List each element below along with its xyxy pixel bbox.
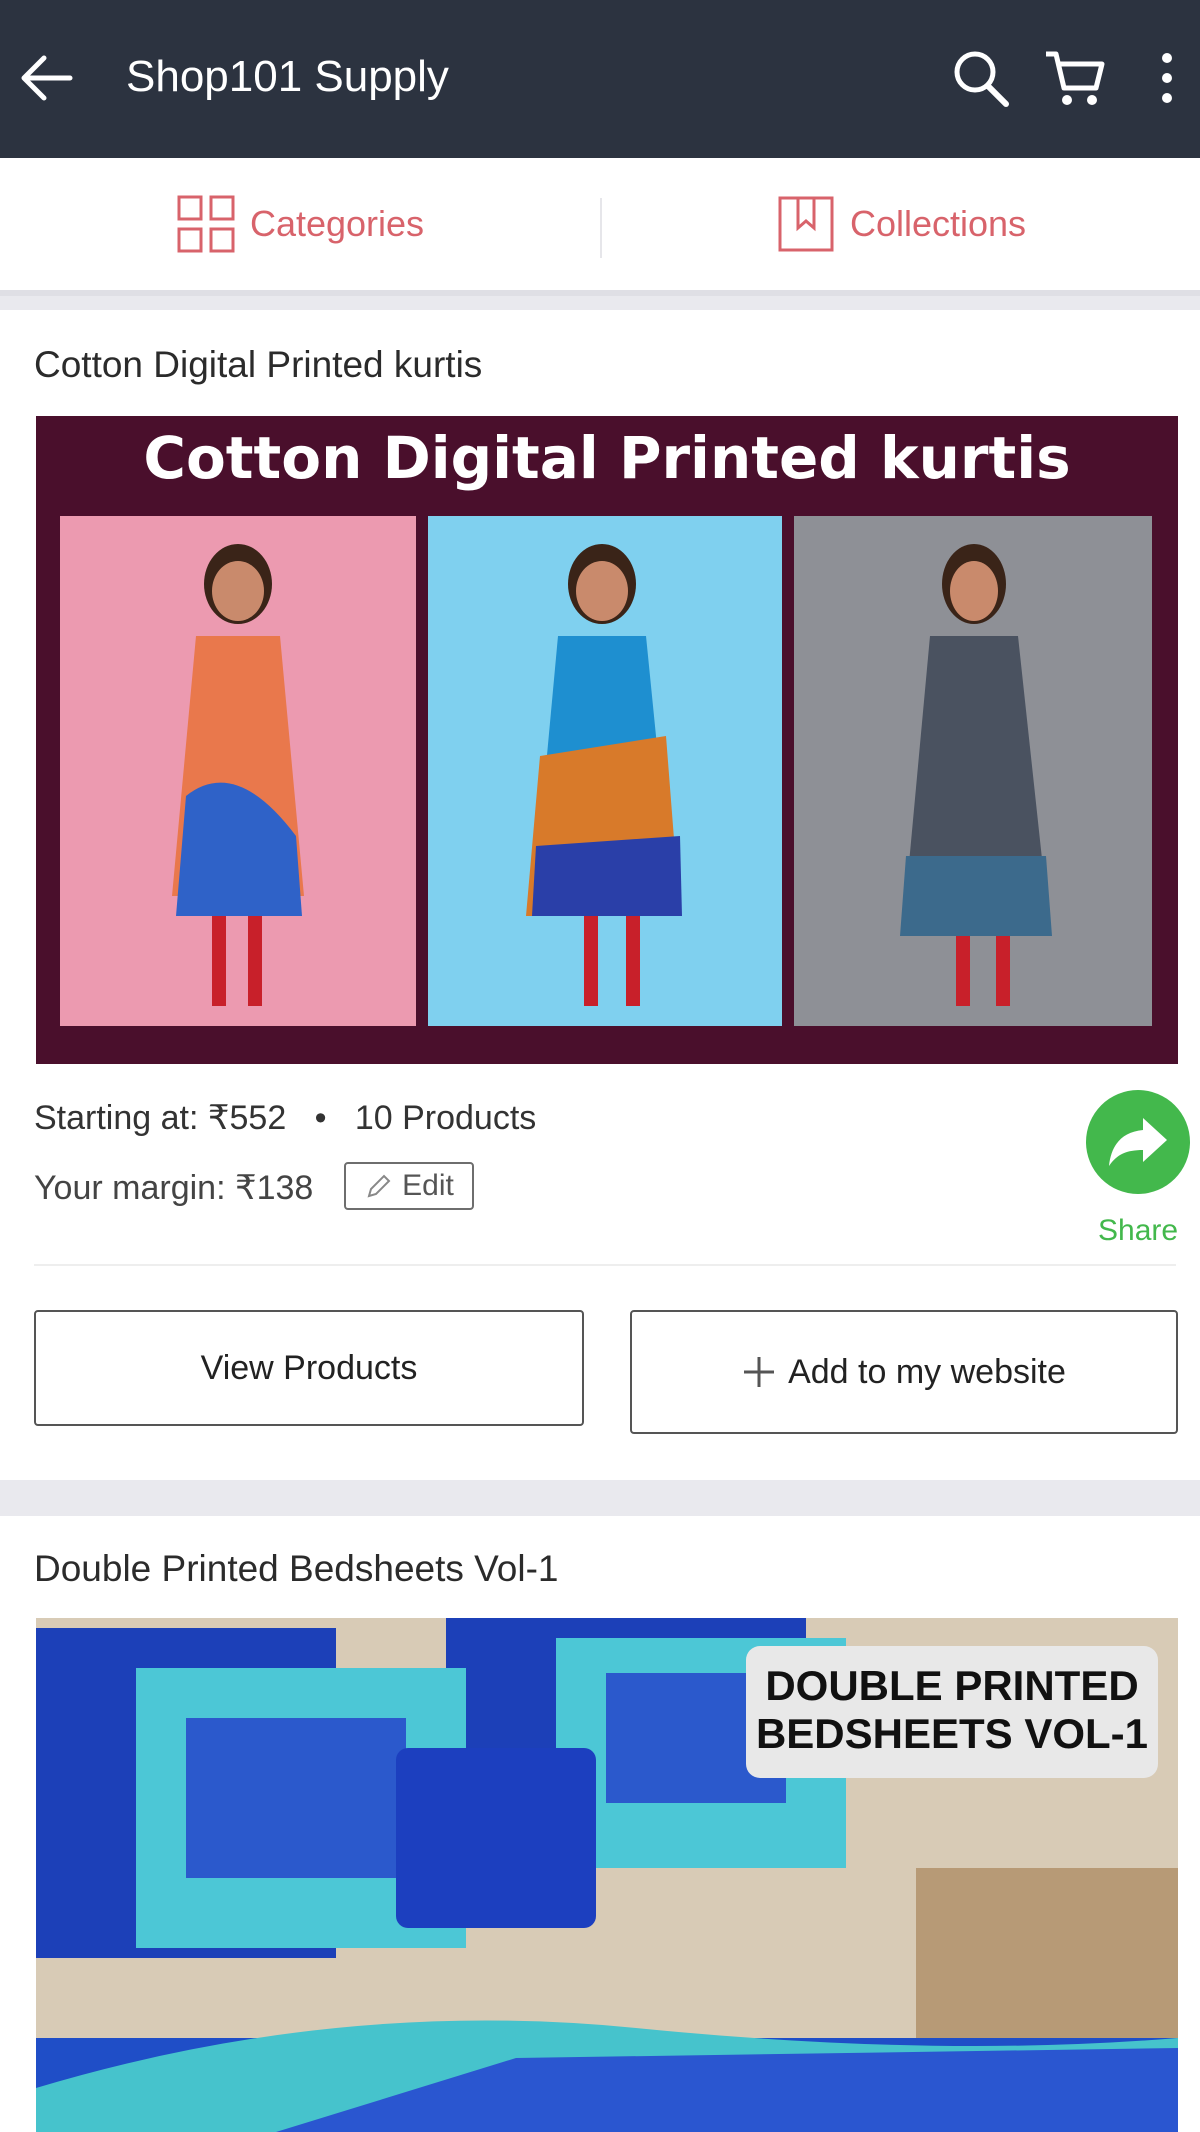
share-button[interactable] (1086, 1090, 1190, 1194)
banner-heading: Cotton Digital Printed kurtis (143, 424, 1070, 492)
back-arrow-icon[interactable] (14, 46, 78, 110)
edit-margin-button[interactable]: Edit (344, 1162, 474, 1210)
kurtis-banner-image: Cotton Digital Printed kurtis (36, 416, 1178, 1064)
bookmark-icon (778, 196, 834, 252)
banner-heading-line1: DOUBLE PRINTED (765, 1662, 1138, 1709)
view-products-label: View Products (200, 1348, 418, 1387)
tab-categories-label: Categories (249, 203, 425, 244)
tab-collections-label: Collections (849, 203, 1027, 244)
collection-price-info: Starting at: ₹552 • 10 Products (34, 1098, 536, 1138)
pencil-icon (367, 1174, 391, 1198)
bedsheets-banner-image: DOUBLE PRINTED BEDSHEETS VOL-1 (36, 1618, 1178, 2132)
edit-label: Edit (402, 1169, 454, 1202)
margin-text: Your margin: ₹138 (34, 1169, 314, 1207)
share-label[interactable]: Share (1098, 1214, 1178, 1248)
tab-bar: Categories Collections (0, 158, 1200, 296)
collection-banner[interactable]: Cotton Digital Printed kurtis (36, 416, 1178, 1064)
add-to-website-label: Add to my website (788, 1352, 1066, 1391)
tab-categories[interactable]: Categories (0, 158, 600, 290)
starting-price: Starting at: ₹552 (34, 1099, 287, 1137)
tab-collections[interactable]: Collections (602, 158, 1200, 290)
more-vert-icon[interactable] (1150, 44, 1184, 112)
add-to-website-button[interactable]: Add to my website (630, 1310, 1178, 1434)
view-products-button[interactable]: View Products (34, 1310, 584, 1426)
collection-title: Double Printed Bedsheets Vol-1 (34, 1548, 559, 1589)
cart-icon[interactable] (1042, 44, 1106, 112)
bullet-separator: • (295, 1099, 346, 1137)
products-count: 10 Products (354, 1099, 537, 1137)
page-title: Shop101 Supply (126, 52, 449, 101)
plus-icon (744, 1357, 775, 1387)
grid-icon (177, 195, 235, 253)
app-bar: Shop101 Supply (0, 0, 1200, 158)
collection-banner[interactable]: DOUBLE PRINTED BEDSHEETS VOL-1 (36, 1618, 1178, 2132)
banner-heading-line2: BEDSHEETS VOL-1 (756, 1710, 1148, 1757)
divider (34, 1264, 1176, 1266)
share-arrow-icon (1109, 1118, 1167, 1166)
search-icon[interactable] (948, 44, 1012, 112)
collection-title: Cotton Digital Printed kurtis (34, 344, 483, 385)
